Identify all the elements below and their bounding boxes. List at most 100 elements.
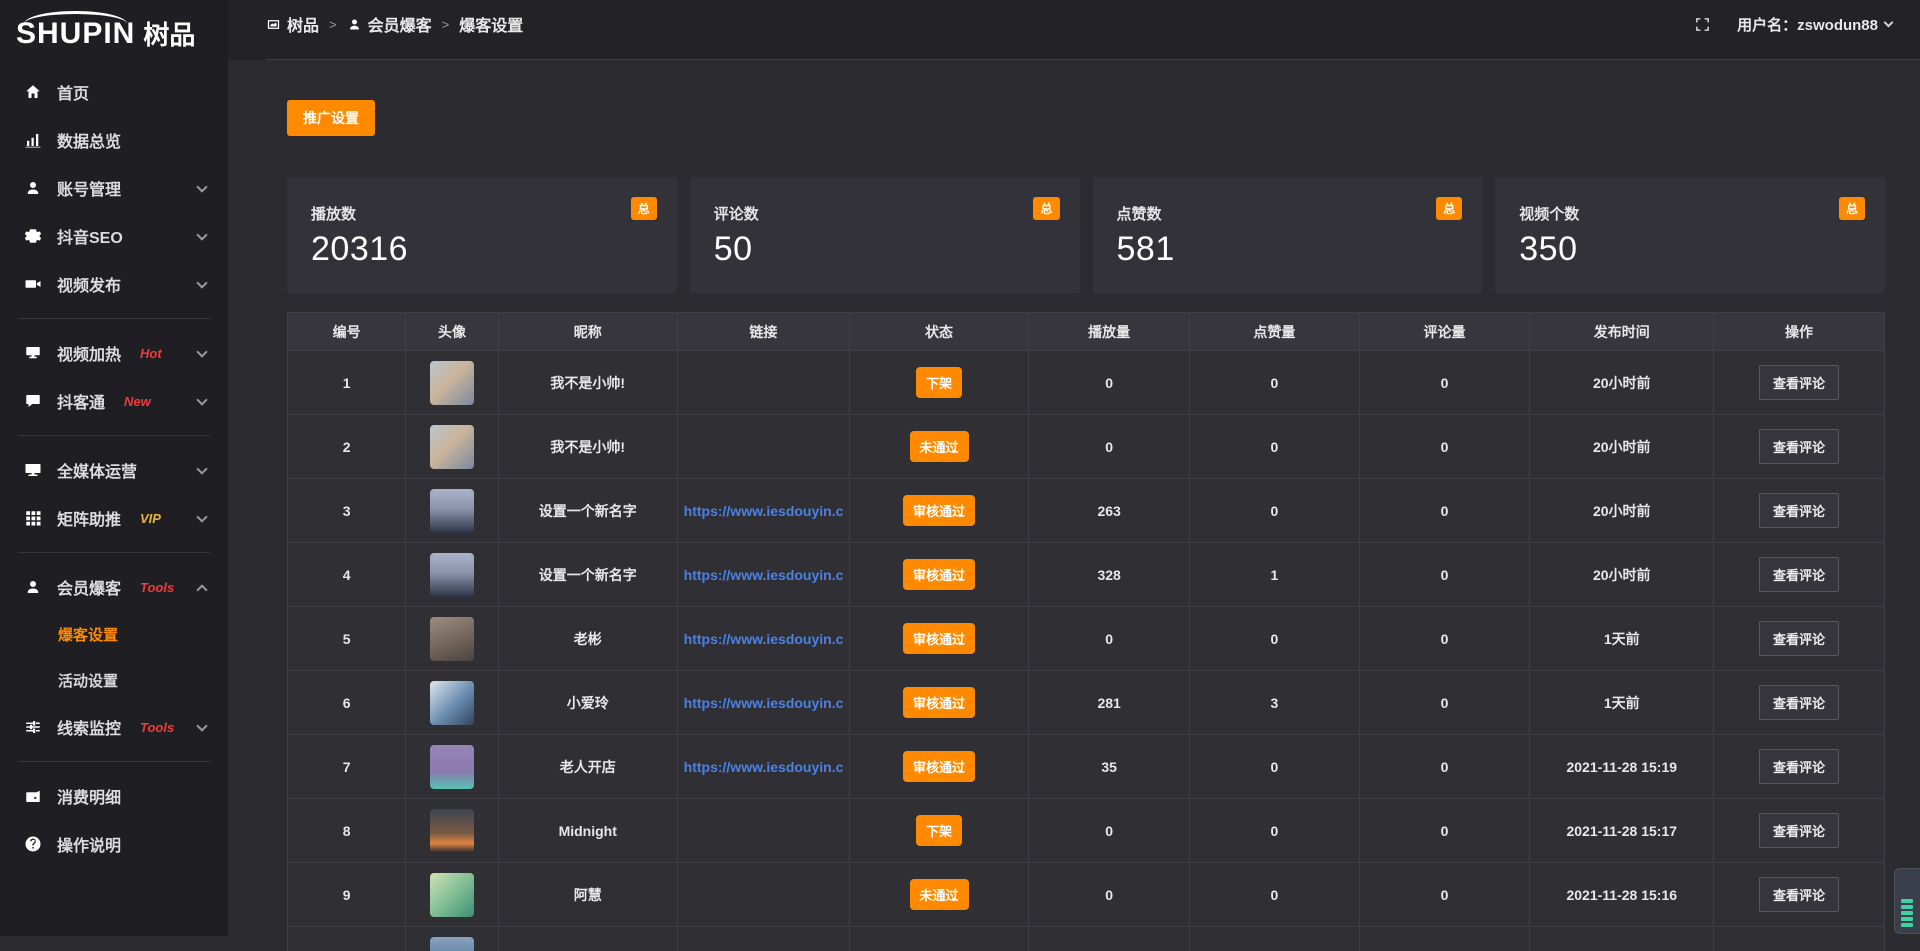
cell-id: 4 <box>288 543 406 607</box>
cell-published: 20小时前 <box>1530 479 1714 543</box>
video-link[interactable]: https://www.iesdouyin.c <box>684 695 844 711</box>
video-link[interactable]: https://www.iesdouyin.c <box>684 503 844 519</box>
floating-contact-widget[interactable] <box>1894 868 1920 934</box>
sidebar-item-account-management[interactable]: 账号管理 <box>0 164 228 212</box>
cell-plays: 35 <box>1028 735 1189 799</box>
cell-status <box>850 927 1029 951</box>
stat-card-plays: 播放数 20316 总 <box>287 177 677 293</box>
cell-link[interactable]: https://www.iesdouyin.c <box>677 607 849 671</box>
sidebar-item-home[interactable]: 首页 <box>0 68 228 116</box>
breadcrumb-item-member-baoke[interactable]: 会员爆客 <box>347 12 432 36</box>
cell-comments: 0 <box>1359 735 1530 799</box>
cell-published: 2021-11-28 15:16 <box>1530 863 1714 927</box>
cell-likes: 0 <box>1190 607 1359 671</box>
cell-link[interactable]: https://www.iesdouyin.c <box>677 735 849 799</box>
table-row: 1 我不是小帅! 下架 0 0 0 20小时前 查看评论 <box>288 351 1885 415</box>
breadcrumb: 树品 > 会员爆客 > 爆客设置 <box>266 0 523 48</box>
video-link[interactable]: https://www.iesdouyin.c <box>684 567 844 583</box>
monitor-icon <box>24 461 42 479</box>
cell-nickname <box>498 927 677 951</box>
view-comments-button[interactable]: 查看评论 <box>1759 813 1839 848</box>
sidebar-item-label: 操作说明 <box>57 832 121 856</box>
total-badge: 总 <box>631 197 657 220</box>
topbar: 树品 > 会员爆客 > 爆客设置 用户名：zswodun88 <box>228 0 1920 60</box>
sidebar-item-lead-monitor[interactable]: 线索监控 Tools <box>0 703 228 751</box>
sidebar-item-expense-detail[interactable]: 消费明细 <box>0 772 228 820</box>
sidebar-item-douyin-seo[interactable]: 抖音SEO <box>0 212 228 260</box>
sidebar-item-omnimedia-ops[interactable]: 全媒体运营 <box>0 446 228 494</box>
cell-link <box>677 927 849 951</box>
col-header-link: 链接 <box>677 313 849 351</box>
cell-likes: 0 <box>1190 799 1359 863</box>
cell-nickname: 小爱玲 <box>498 671 677 735</box>
view-comments-button[interactable]: 查看评论 <box>1759 493 1839 528</box>
sidebar-item-label: 首页 <box>57 80 89 104</box>
sidebar-item-label: 抖音SEO <box>57 224 123 248</box>
table-row: 2 我不是小帅! 未通过 0 0 0 20小时前 查看评论 <box>288 415 1885 479</box>
view-comments-button[interactable]: 查看评论 <box>1759 621 1839 656</box>
breadcrumb-separator: > <box>442 17 450 32</box>
video-link[interactable]: https://www.iesdouyin.c <box>684 631 844 647</box>
sidebar-item-member-baoke[interactable]: 会员爆客 Tools <box>0 563 228 611</box>
cell-likes <box>1190 927 1359 951</box>
sidebar-subitem-baoke-settings[interactable]: 爆客设置 <box>0 611 228 657</box>
avatar <box>430 553 474 597</box>
cell-link[interactable]: https://www.iesdouyin.c <box>677 479 849 543</box>
status-badge[interactable]: 审核通过 <box>903 751 975 782</box>
sidebar-item-label: 消费明细 <box>57 784 121 808</box>
sidebar-item-label: 视频发布 <box>57 272 121 296</box>
breadcrumb-item-shupin[interactable]: 树品 <box>266 12 319 36</box>
sidebar-subitem-activity-settings[interactable]: 活动设置 <box>0 657 228 703</box>
grid-icon <box>24 509 42 527</box>
view-comments-button[interactable]: 查看评论 <box>1759 685 1839 720</box>
status-badge[interactable]: 审核通过 <box>903 495 975 526</box>
cell-published: 20小时前 <box>1530 415 1714 479</box>
cell-link[interactable]: https://www.iesdouyin.c <box>677 671 849 735</box>
video-link[interactable]: https://www.iesdouyin.c <box>684 759 844 775</box>
sidebar-item-matrix-boost[interactable]: 矩阵助推 VIP <box>0 494 228 542</box>
cell-plays: 0 <box>1028 351 1189 415</box>
cell-nickname: Midnight <box>498 799 677 863</box>
stat-value: 50 <box>714 230 1056 269</box>
sidebar-item-video-publish[interactable]: 视频发布 <box>0 260 228 308</box>
breadcrumb-label: 树品 <box>287 12 319 36</box>
sidebar-item-video-heating[interactable]: 视频加热 Hot <box>0 329 228 377</box>
promotion-settings-button[interactable]: 推广设置 <box>287 100 375 136</box>
sidebar-item-label: 会员爆客 <box>57 575 121 599</box>
view-comments-button[interactable]: 查看评论 <box>1759 365 1839 400</box>
fullscreen-icon[interactable] <box>1694 16 1711 33</box>
cell-link[interactable]: https://www.iesdouyin.c <box>677 543 849 607</box>
view-comments-button[interactable]: 查看评论 <box>1759 749 1839 784</box>
view-comments-button[interactable]: 查看评论 <box>1759 877 1839 912</box>
table-row: 7 老人开店 https://www.iesdouyin.c 审核通过 35 0… <box>288 735 1885 799</box>
stat-value: 350 <box>1519 230 1861 269</box>
view-comments-button[interactable]: 查看评论 <box>1759 557 1839 592</box>
cell-link <box>677 799 849 863</box>
user-icon <box>347 17 362 32</box>
cell-link <box>677 351 849 415</box>
app-grid-icon <box>266 17 281 32</box>
status-badge[interactable]: 审核通过 <box>903 687 975 718</box>
bar-chart-icon <box>24 131 42 149</box>
status-badge[interactable]: 未通过 <box>910 431 969 462</box>
col-header-actions: 操作 <box>1714 313 1885 351</box>
app-logo[interactable]: SHUPIN 树品 <box>0 0 228 60</box>
status-badge[interactable]: 下架 <box>916 815 962 846</box>
chevron-down-icon <box>196 394 207 405</box>
username-menu[interactable]: 用户名：zswodun88 <box>1737 14 1892 35</box>
avatar <box>430 489 474 533</box>
sidebar: SHUPIN 树品 首页 数据总览 账号管理 抖音SEO 视频发布 <box>0 0 228 936</box>
chevron-down-icon <box>196 720 207 731</box>
sidebar-item-data-overview[interactable]: 数据总览 <box>0 116 228 164</box>
sidebar-item-douketong[interactable]: 抖客通 New <box>0 377 228 425</box>
status-badge[interactable]: 审核通过 <box>903 623 975 654</box>
stat-value: 20316 <box>311 230 653 269</box>
status-badge[interactable]: 下架 <box>916 367 962 398</box>
view-comments-button[interactable]: 查看评论 <box>1759 429 1839 464</box>
sidebar-item-operation-guide[interactable]: 操作说明 <box>0 820 228 868</box>
cell-comments: 0 <box>1359 799 1530 863</box>
status-badge[interactable]: 未通过 <box>910 879 969 910</box>
cell-id: 9 <box>288 863 406 927</box>
status-badge[interactable]: 审核通过 <box>903 559 975 590</box>
cell-published <box>1530 927 1714 951</box>
